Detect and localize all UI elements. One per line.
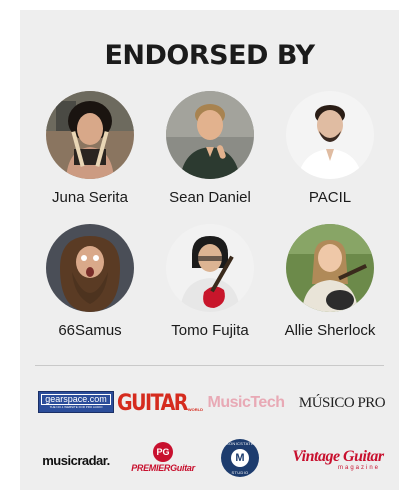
guitar-world-logo-sub: WORLD <box>187 407 204 412</box>
sonicstate-logo[interactable]: SONICSTATE M STUDIO <box>220 438 260 478</box>
endorser-name: Allie Sherlock <box>284 322 376 339</box>
guitar-world-logo-text: GUITAR <box>116 390 188 416</box>
endorser-name: Sean Daniel <box>169 189 251 206</box>
musico-pro-logo[interactable]: MÚSICO PRO <box>296 391 388 415</box>
endorser-tomo-fujita[interactable]: Tomo Fujita <box>150 224 270 339</box>
endorser-66samus[interactable]: 66Samus <box>30 224 150 339</box>
musictech-logo-text: MusicTech <box>207 394 286 411</box>
endorser-pacil[interactable]: PACIL <box>270 91 390 206</box>
avatar <box>286 91 374 179</box>
avatar <box>46 224 134 312</box>
gearspace-logo-tagline: THE NO.1 WEBSITE FOR PRO AUDIO <box>49 405 103 409</box>
avatar <box>166 224 254 312</box>
musictech-logo[interactable]: MusicTech <box>206 391 286 415</box>
endorser-name: PACIL <box>308 189 352 206</box>
section-divider <box>35 365 384 366</box>
sonicstate-logo-ring2-text: STUDIO <box>231 470 249 475</box>
endorser-juna-serita[interactable]: Juna Serita <box>30 91 150 206</box>
endorser-name: Tomo Fujita <box>171 322 249 339</box>
musicradar-logo-text: musicradar. <box>42 452 110 468</box>
section-title: ENDORSED BY <box>104 40 315 71</box>
endorser-name: 66Samus <box>58 322 122 339</box>
endorsements-card: ENDORSED BY Juna Serita Sean Daniel PACI… <box>20 10 399 490</box>
pg-badge-icon: PG <box>153 441 173 462</box>
endorser-name: Juna Serita <box>52 189 128 206</box>
sonicstate-logo-ring-text: SONICSTATE <box>226 441 254 446</box>
vintage-guitar-logo-sub: magazine <box>337 465 380 471</box>
vintage-guitar-logo[interactable]: Vintage Guitar magazine <box>288 444 388 476</box>
avatar <box>46 91 134 179</box>
musicradar-logo[interactable]: musicradar. <box>36 450 116 470</box>
avatar <box>286 224 374 312</box>
premier-guitar-logo-text: PREMIERGuitar <box>131 462 195 473</box>
vintage-guitar-logo-text: Vintage Guitar <box>292 448 384 465</box>
gearspace-logo-text: gearspace.com <box>41 394 111 405</box>
guitar-world-logo[interactable]: GUITAR WORLD <box>117 390 203 416</box>
sonicstate-badge-icon: M <box>231 449 249 467</box>
musico-pro-logo-text: MÚSICO PRO <box>298 394 386 411</box>
avatar <box>166 91 254 179</box>
premier-guitar-logo[interactable]: PG PREMIERGuitar <box>130 436 196 478</box>
endorser-allie-sherlock[interactable]: Allie Sherlock <box>270 224 390 339</box>
endorser-sean-daniel[interactable]: Sean Daniel <box>150 91 270 206</box>
gearspace-logo[interactable]: gearspace.com THE NO.1 WEBSITE FOR PRO A… <box>38 391 114 413</box>
